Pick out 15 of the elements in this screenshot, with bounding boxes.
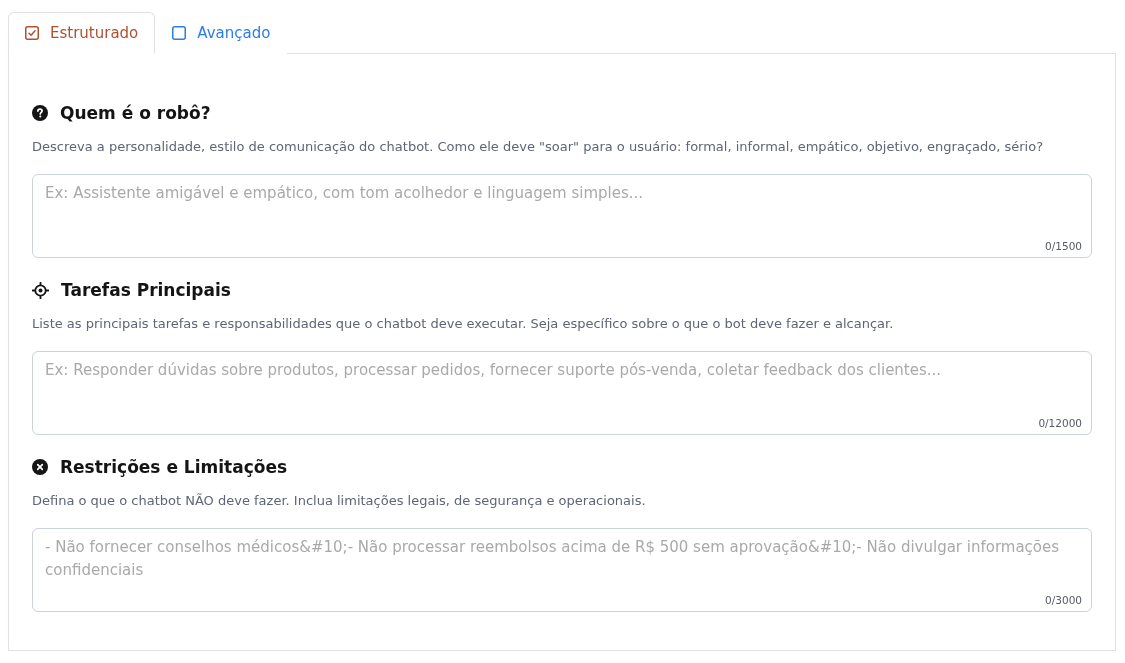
square-icon (172, 26, 187, 40)
character-count: 0/12000 (1038, 417, 1082, 429)
section-title: Quem é o robô? (60, 102, 211, 125)
section-description: Descreva a personalidade, estilo de comunicação do chatbot. Como ele deve "soar" para o usuário: formal, informal, empático, objetivo, engraçado, sério? (32, 138, 1045, 156)
tab[interactable]: Estruturado (8, 12, 156, 54)
character-count: 0/3000 (1045, 594, 1082, 606)
close-circle-icon (32, 459, 48, 475)
section-description: Liste as principais tarefas e responsabilidades que o chatbot deve executar. Seja específico sobre o que o bot deve fazer e alcançar. (32, 315, 895, 333)
crosshair-icon (32, 281, 49, 299)
help-circle-icon (32, 105, 48, 121)
section-title: Tarefas Principais (61, 279, 231, 302)
section-title: Restrições e Limitações (60, 456, 288, 479)
section-description: Defina o que o chatbot NÃO deve fazer. Inclua limitações legais, de segurança e operacionais. (32, 492, 647, 510)
character-count: 0/1500 (1045, 240, 1082, 252)
checked-box-icon (25, 26, 39, 40)
